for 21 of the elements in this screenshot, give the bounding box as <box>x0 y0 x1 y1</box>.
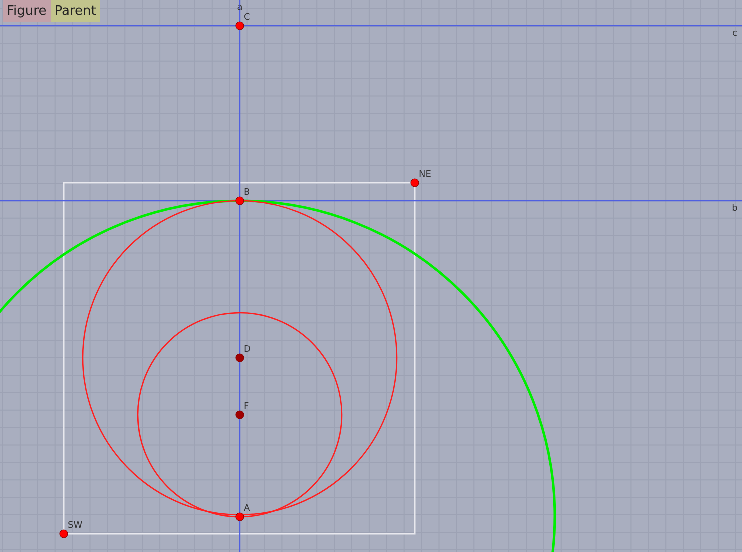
point-label: C <box>244 13 250 23</box>
line-label: b <box>732 204 738 214</box>
toolbar-button[interactable]: Parent <box>50 0 100 22</box>
point-marker[interactable] <box>236 196 244 206</box>
point-label: B <box>244 188 250 198</box>
construction-line[interactable] <box>239 0 241 552</box>
point-label: F <box>244 402 250 412</box>
point-marker[interactable] <box>60 530 68 538</box>
point-marker[interactable] <box>236 512 244 522</box>
point-marker[interactable] <box>236 410 244 420</box>
construction-line[interactable] <box>0 200 742 202</box>
point-label: NE <box>419 170 432 180</box>
point-label: D <box>244 345 251 355</box>
line-label: a <box>237 3 243 13</box>
point-label: A <box>244 504 250 514</box>
line-label: c <box>732 29 738 39</box>
toolbar-button[interactable]: Figure <box>3 0 51 22</box>
point-marker[interactable] <box>410 178 420 188</box>
point-label: SW <box>68 521 83 531</box>
point-marker[interactable] <box>236 354 244 362</box>
point-marker[interactable] <box>236 22 244 30</box>
